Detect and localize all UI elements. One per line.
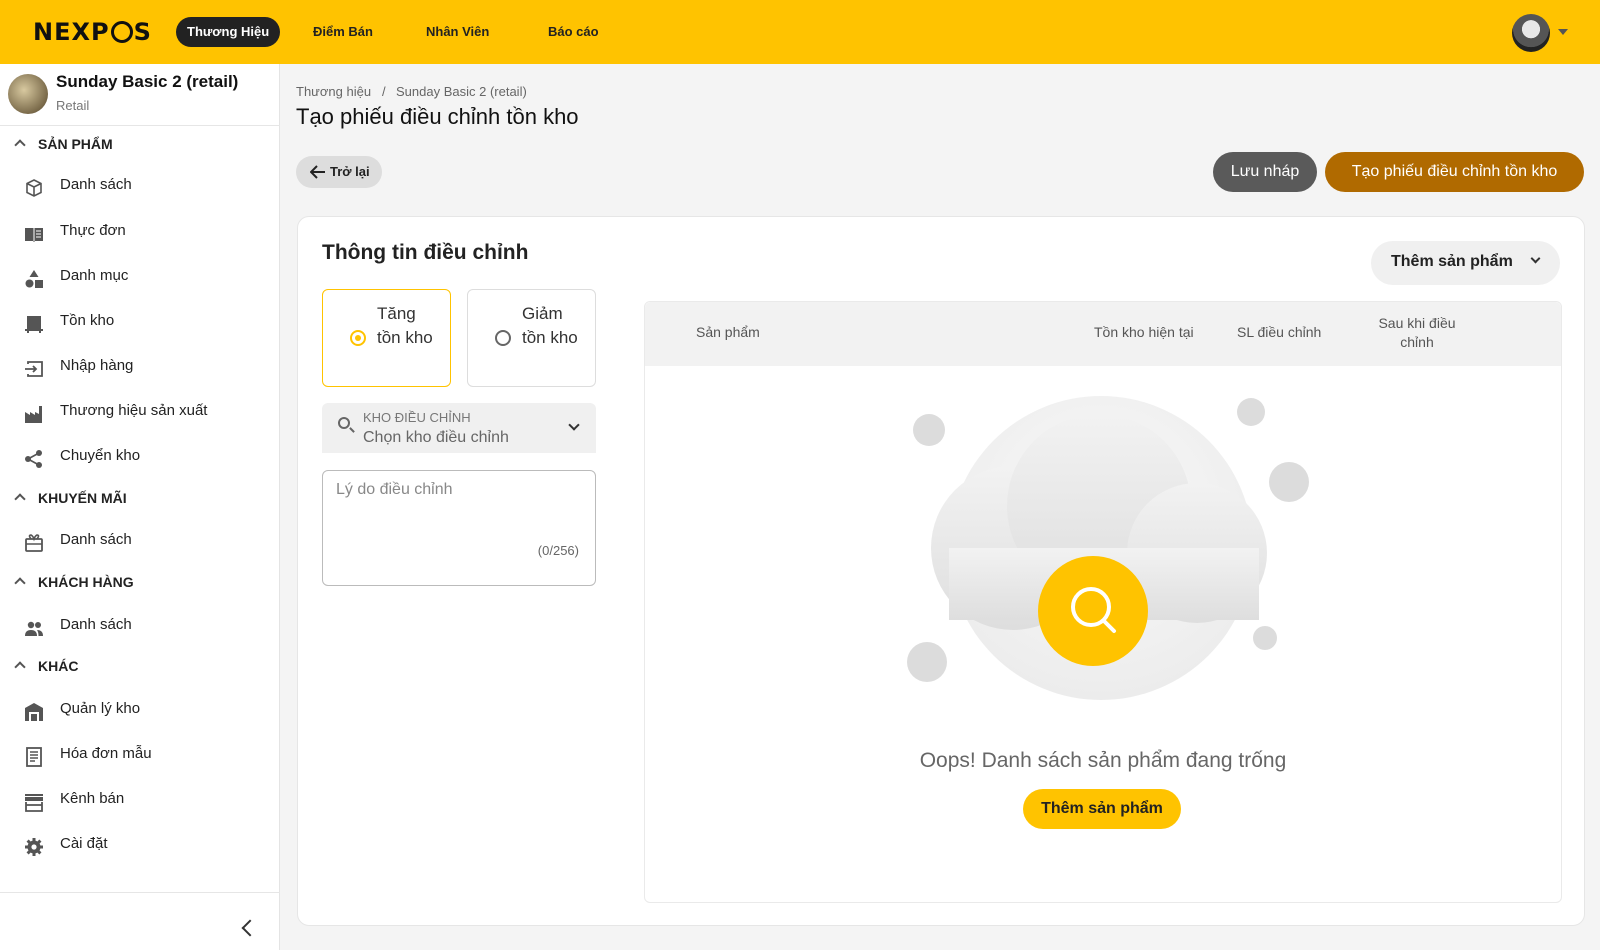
sidebar-item-thuong-hieu-san-xuat[interactable]: Thương hiệu sản xuất [24,400,264,428]
option-increase-stock[interactable]: Tăng tồn kho [322,289,451,387]
back-button[interactable]: Trở lại [296,156,382,188]
store-avatar [8,74,48,114]
sidebar-item-label: Nhập hàng [60,357,134,374]
breadcrumb-store: Sunday Basic 2 (retail) [396,84,527,99]
store-type: Retail [56,98,90,113]
sidebar-item-label: Danh mục [60,267,129,284]
store-name: Sunday Basic 2 (retail) [56,72,239,91]
chevron-down-icon [1530,253,1541,264]
empty-state-illustration [907,396,1309,700]
nav-thuong-hieu[interactable]: Thương Hiệu [176,17,281,47]
share-icon [25,450,42,468]
sidebar-item-label: Kênh bán [60,790,125,807]
gear-icon [25,838,43,856]
collapse-sidebar-icon[interactable] [241,919,259,937]
user-avatar[interactable] [1512,14,1550,52]
column-ton-kho-hien-tai: Tồn kho hiện tại [1094,324,1194,340]
chevron-up-icon [14,661,26,673]
sidebar-item-danh-sach-san-pham[interactable]: Danh sách [24,174,264,202]
sidebar-item-label: Quản lý kho [60,700,141,717]
sidebar-item-thuc-don[interactable]: Thực đơn [24,220,264,248]
inventory-icon [25,316,43,333]
breadcrumb-separator: / [382,84,386,99]
gift-icon [25,534,43,552]
box-icon [26,179,42,197]
option-label: Giảm tồn kho [522,304,578,347]
chevron-down-icon[interactable] [1558,29,1568,35]
import-icon [25,361,43,377]
warehouse-select-label: KHO ĐIỀU CHỈNH [363,410,471,425]
sidebar-item-label: Danh sách [60,616,132,633]
sidebar-item-nhap-hang[interactable]: Nhập hàng [24,355,264,383]
column-sau-khi-dieu-chinh: Sau khi điều chỉnh [1378,315,1456,350]
save-draft-button[interactable]: Lưu nháp [1213,152,1317,192]
nav-nhan-vien[interactable]: Nhân Viên [426,17,489,47]
arrow-left-icon [310,165,325,179]
radio-selected-icon[interactable] [350,330,366,346]
factory-icon [25,406,42,423]
store-icon [25,794,43,812]
warehouse-icon [25,703,43,721]
receipt-icon [26,747,42,767]
reason-counter: (0/256) [537,543,579,558]
sidebar-item-danh-sach-khuyen-mai[interactable]: Danh sách [24,529,264,557]
add-product-dropdown[interactable]: Thêm sản phẩm [1371,241,1560,285]
nav-diem-ban[interactable]: Điểm Bán [313,17,373,47]
divider [0,125,280,126]
category-icon [25,270,43,288]
sidebar-item-danh-muc[interactable]: Danh mục [24,265,264,293]
empty-state-message: Oops! Danh sách sản phẩm đang trống [919,749,1287,772]
warehouse-select-placeholder: Chọn kho điều chỉnh [363,429,509,446]
sidebar-item-quan-ly-kho[interactable]: Quản lý kho [24,698,264,726]
sidebar-item-label: Danh sách [60,176,132,193]
sidebar-item-kenh-ban[interactable]: Kênh bán [24,788,264,816]
chevron-up-icon [14,577,26,589]
column-sl-dieu-chinh: SL điều chỉnh [1237,324,1322,340]
page-title: Tạo phiếu điều chỉnh tồn kho [296,104,579,129]
section-san-pham[interactable]: SẢN PHẨM [14,136,113,156]
breadcrumb-thuong-hieu[interactable]: Thương hiệu [296,84,371,99]
column-san-pham: Sản phẩm [696,324,760,340]
section-khuyen-mai[interactable]: KHUYẾN MÃI [14,490,127,510]
menu-book-icon [25,228,43,242]
option-decrease-stock[interactable]: Giảm tồn kho [467,289,596,387]
sidebar-item-label: Hóa đơn mẫu [60,745,152,762]
reason-textarea[interactable]: Lý do điều chỉnh (0/256) [322,470,596,586]
adjustment-card: Thông tin điều chỉnh Tăng tồn kho Giảm t… [297,216,1585,926]
sidebar-item-label: Cài đặt [60,835,108,852]
sidebar-item-cai-dat[interactable]: Cài đặt [24,833,264,861]
sidebar-item-ton-kho[interactable]: Tồn kho [24,310,264,338]
reason-placeholder: Lý do điều chỉnh [336,481,453,498]
sidebar: Sunday Basic 2 (retail) Retail SẢN PHẨM … [0,64,280,950]
chevron-up-icon [14,139,26,151]
nav-bao-cao[interactable]: Báo cáo [548,17,599,47]
divider [0,892,280,893]
people-icon [25,621,43,636]
back-button-label: Trở lại [330,164,370,179]
option-label: Tăng tồn kho [377,304,433,347]
section-khach-hang[interactable]: KHÁCH HÀNG [14,574,134,594]
nexpos-logo[interactable]: NEXP S [33,18,152,46]
sidebar-item-label: Danh sách [60,531,132,548]
card-title: Thông tin điều chỉnh [322,241,529,264]
products-table: Sản phẩm Tồn kho hiện tại SL điều chỉnh … [644,301,1562,903]
search-icon [338,417,350,429]
section-khac[interactable]: KHÁC [14,658,78,678]
chevron-down-icon [568,419,580,431]
radio-unselected-icon[interactable] [495,330,511,346]
chevron-up-icon [14,493,26,505]
add-product-button[interactable]: Thêm sản phẩm [1023,789,1181,829]
sidebar-item-hoa-don-mau[interactable]: Hóa đơn mẫu [24,743,264,771]
sidebar-item-label: Thực đơn [60,222,126,239]
warehouse-select[interactable]: KHO ĐIỀU CHỈNH Chọn kho điều chỉnh [322,403,596,453]
sidebar-item-label: Chuyển kho [60,447,141,464]
add-product-dropdown-label: Thêm sản phẩm [1391,253,1513,270]
sidebar-item-chuyen-kho[interactable]: Chuyển kho [24,445,264,473]
table-header: Sản phẩm Tồn kho hiện tại SL điều chỉnh … [645,302,1561,366]
top-bar: NEXP S Thương Hiệu Điểm Bán Nhân Viên Báo… [0,0,1600,64]
sidebar-item-label: Thương hiệu sản xuất [60,402,208,419]
sidebar-item-danh-sach-khach-hang[interactable]: Danh sách [24,614,264,642]
sidebar-item-label: Tồn kho [60,312,115,329]
create-adjustment-button[interactable]: Tạo phiếu điều chỉnh tồn kho [1325,152,1584,192]
